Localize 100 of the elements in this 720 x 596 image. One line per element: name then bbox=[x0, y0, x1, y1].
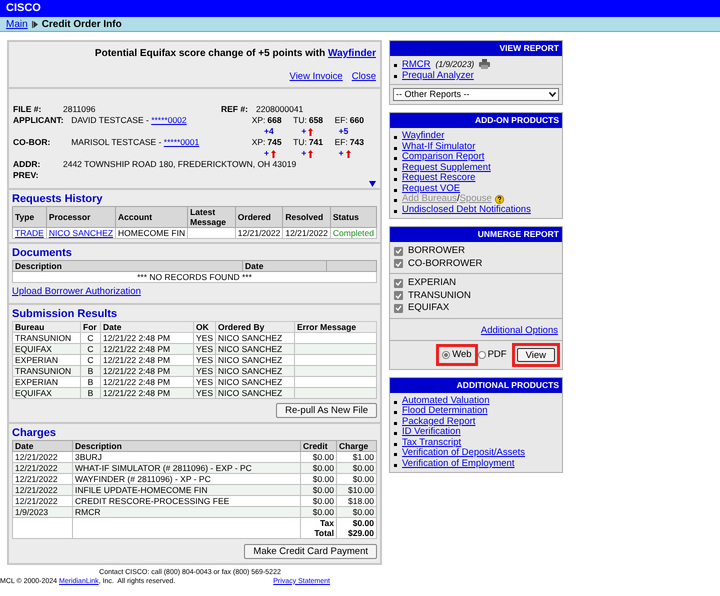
product-link[interactable]: Comparison Report bbox=[402, 152, 484, 162]
table-cell: 12/21/2022 bbox=[282, 228, 330, 239]
product-link[interactable]: What-If Simulator bbox=[402, 142, 476, 152]
product-link[interactable]: Packaged Report bbox=[402, 416, 476, 428]
ssn-link[interactable]: *****0002 bbox=[151, 115, 187, 126]
bullet bbox=[394, 178, 397, 181]
field-label: ADDR: bbox=[13, 159, 42, 170]
score-change: + bbox=[301, 126, 306, 138]
bureau-label: TU: bbox=[293, 115, 307, 126]
product-link[interactable]: Verification of Employment bbox=[402, 458, 514, 470]
table-cell: NICO SANCHEZ bbox=[216, 365, 295, 376]
product-link[interactable]: Wayfinder bbox=[402, 131, 444, 142]
checkbox[interactable] bbox=[394, 259, 403, 268]
column-header: Error Message bbox=[294, 321, 376, 332]
table-cell: C bbox=[80, 332, 100, 343]
checkbox[interactable] bbox=[394, 246, 403, 256]
radio-button[interactable] bbox=[442, 350, 450, 359]
checkbox[interactable] bbox=[394, 304, 403, 313]
score-value: 660 bbox=[350, 115, 364, 126]
checkbox[interactable] bbox=[394, 278, 403, 288]
table-cell: 12/21/2022 bbox=[12, 495, 72, 506]
product-link[interactable]: Flood Determination bbox=[402, 406, 488, 417]
product-link[interactable]: Undisclosed Debt Notifications bbox=[402, 204, 531, 215]
product-link[interactable]: Tax Transcript bbox=[402, 438, 462, 448]
report-link[interactable]: RMCR bbox=[402, 59, 430, 70]
score-value: 743 bbox=[350, 137, 364, 148]
field-label: FILE #: bbox=[13, 104, 42, 116]
product-link[interactable]: Verification of Deposit/Assets bbox=[402, 448, 526, 459]
upload-link[interactable]: Upload Borrower Authorization bbox=[12, 286, 141, 298]
bureau-label: EF: bbox=[334, 137, 348, 148]
score-change: +5 bbox=[338, 126, 348, 138]
table-cell: 12/21/22 2:48 PM bbox=[100, 376, 194, 387]
bullet bbox=[394, 199, 397, 202]
printer-icon[interactable] bbox=[479, 59, 490, 69]
table-cell: 12/21/22 2:48 PM bbox=[100, 387, 194, 398]
product-link[interactable]: ID Verification bbox=[402, 427, 461, 438]
breadcrumb-link[interactable]: Main bbox=[6, 16, 28, 32]
bullet bbox=[394, 136, 397, 139]
processor-link[interactable]: NICO SANCHEZ bbox=[46, 228, 116, 239]
status-cell: Completed bbox=[330, 228, 376, 239]
table-cell: INFILE UPDATE-HOMECOME FIN bbox=[72, 484, 300, 495]
radio-option[interactable]: Web bbox=[439, 346, 475, 363]
table-cell: 12/21/22 2:48 PM bbox=[100, 365, 194, 376]
column-header: OK bbox=[194, 321, 216, 332]
table-cell: EXPERIAN bbox=[12, 354, 80, 365]
view-button[interactable]: View bbox=[516, 348, 555, 362]
type-link[interactable]: TRADE bbox=[12, 228, 46, 239]
tax-value: $0.00 bbox=[352, 518, 374, 528]
repull-button[interactable]: Re-pull As New File bbox=[276, 402, 377, 418]
bullet bbox=[394, 411, 397, 414]
section-title: Charges bbox=[12, 426, 58, 440]
panel-header: VIEW REPORT bbox=[390, 41, 562, 56]
header-link[interactable]: View Invoice bbox=[290, 70, 343, 84]
field-label: REF #: bbox=[221, 104, 249, 116]
ssn-link[interactable]: *****0001 bbox=[164, 137, 200, 148]
bureau-label: TU: bbox=[293, 137, 307, 148]
table-cell: $0.00 bbox=[300, 484, 336, 495]
product-link[interactable]: Request Supplement bbox=[402, 162, 491, 173]
borrower-name: MARISOL TESTCASE - bbox=[71, 137, 162, 148]
panel-header: ADDITIONAL PRODUCTS bbox=[390, 378, 562, 393]
table-cell: TRANSUNION bbox=[12, 365, 80, 376]
additional-options-link[interactable]: Additional Options bbox=[480, 324, 558, 336]
table-cell: B bbox=[80, 376, 100, 387]
product-link[interactable]: Request VOE bbox=[402, 184, 460, 194]
table-cell: 12/21/2022 bbox=[235, 228, 283, 239]
column-header: Description bbox=[12, 260, 242, 272]
wayfinder-link[interactable]: Wayfinder bbox=[328, 48, 376, 59]
bureau-label: EF: bbox=[334, 115, 348, 126]
column-header: Latest Message bbox=[188, 206, 236, 228]
payment-button[interactable]: Make Credit Card Payment bbox=[244, 544, 377, 558]
table-cell: NICO SANCHEZ bbox=[216, 332, 295, 343]
bullet bbox=[394, 432, 397, 436]
bullet bbox=[394, 210, 397, 212]
table-cell: $0.00 bbox=[300, 495, 336, 506]
other-reports-select[interactable]: -- Other Reports -- bbox=[393, 88, 559, 101]
header-link[interactable]: Close bbox=[352, 70, 376, 84]
score-change: + bbox=[264, 148, 269, 160]
table-cell: $10.00 bbox=[336, 484, 376, 495]
down-triangle-icon[interactable] bbox=[369, 181, 376, 188]
promo-text: Potential Equifax score change of +5 points with bbox=[94, 48, 326, 59]
product-link[interactable]: Automated Valuation bbox=[402, 396, 490, 406]
table-cell: 12/21/2022 bbox=[12, 473, 72, 484]
section-title: Submission Results bbox=[12, 308, 118, 320]
checkbox[interactable] bbox=[394, 291, 403, 300]
radio-option[interactable]: PDF bbox=[478, 348, 507, 362]
panel-header: UNMERGE REPORT bbox=[390, 227, 562, 242]
table-cell: $0.00 bbox=[300, 506, 336, 517]
bureau-label: XP: bbox=[252, 137, 266, 148]
product-link[interactable]: Request Rescore bbox=[402, 173, 476, 184]
table-cell: HOMECOME FIN bbox=[116, 228, 188, 239]
report-link[interactable]: Prequal Analyzer bbox=[402, 70, 474, 81]
bullet bbox=[394, 75, 397, 78]
field-value: 2208000041 bbox=[256, 104, 304, 116]
column-header: Type bbox=[12, 206, 46, 228]
table-cell: $0.00 bbox=[300, 462, 336, 473]
bullet bbox=[394, 157, 397, 160]
total-value: $29.00 bbox=[347, 528, 374, 538]
table-cell: 12/21/22 2:48 PM bbox=[100, 354, 194, 365]
column-header: Account bbox=[116, 206, 188, 228]
bureau-label: XP: bbox=[252, 115, 266, 126]
